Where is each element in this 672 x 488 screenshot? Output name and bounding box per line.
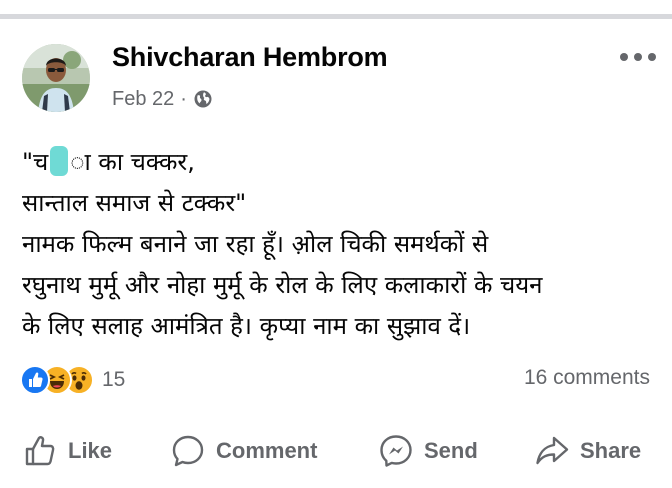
send-button[interactable]: Send <box>378 428 478 474</box>
meta-separator: · <box>180 87 187 110</box>
post-actions-bar: Like Comment Send Share <box>0 428 672 474</box>
more-options-button[interactable] <box>620 50 656 66</box>
post-text-line-4: रघुनाथ मुर्मू और नोहा मुर्मू के रोल के ल… <box>22 271 543 299</box>
comment-label: Comment <box>216 438 318 463</box>
share-label: Share <box>580 438 642 463</box>
post-text-line-5: के लिए सलाह आमंत्रित है। कृप्या नाम का स… <box>22 312 471 340</box>
post-text-line-2: सान्ताल समाज से टक्कर" <box>22 189 247 217</box>
reactions-summary[interactable]: 15 <box>20 364 125 396</box>
post-text-line-1: "चा का चक्कर, <box>22 142 642 183</box>
more-dot <box>648 53 656 61</box>
more-dot <box>620 53 628 61</box>
messenger-icon <box>380 435 412 467</box>
globe-icon <box>194 90 212 108</box>
like-label: Like <box>68 438 113 463</box>
feed-divider <box>0 14 672 19</box>
share-button[interactable]: Share <box>534 428 641 474</box>
comment-button[interactable]: Comment <box>170 428 317 474</box>
post-text: "चा का चक्कर, सान्ताल समाज से टक्कर" नाम… <box>22 142 642 347</box>
post-meta: Feb 22 · <box>112 86 213 112</box>
post-text-line-3: नामक फिल्म बनाने जा रहा हूँ। ओ़ल चिकी सम… <box>22 230 489 258</box>
like-reaction-icon <box>20 365 50 395</box>
send-label: Send <box>424 438 478 463</box>
post-date[interactable]: Feb 22 <box>112 88 174 111</box>
author-avatar[interactable] <box>22 44 90 112</box>
text-fragment: "च <box>22 148 49 176</box>
avatar-photo <box>22 44 90 112</box>
share-arrow-icon <box>536 436 569 465</box>
comment-bubble-icon <box>172 435 204 467</box>
text-fragment: ा का चक्कर, <box>70 148 195 176</box>
like-button[interactable]: Like <box>22 428 112 474</box>
comments-count[interactable]: 16 comments <box>524 366 650 390</box>
author-name[interactable]: Shivcharan Hembrom <box>112 42 388 73</box>
redaction-mark <box>50 146 69 176</box>
thumbs-up-icon <box>25 436 55 466</box>
reaction-count: 15 <box>102 368 126 391</box>
more-dot <box>634 53 642 61</box>
